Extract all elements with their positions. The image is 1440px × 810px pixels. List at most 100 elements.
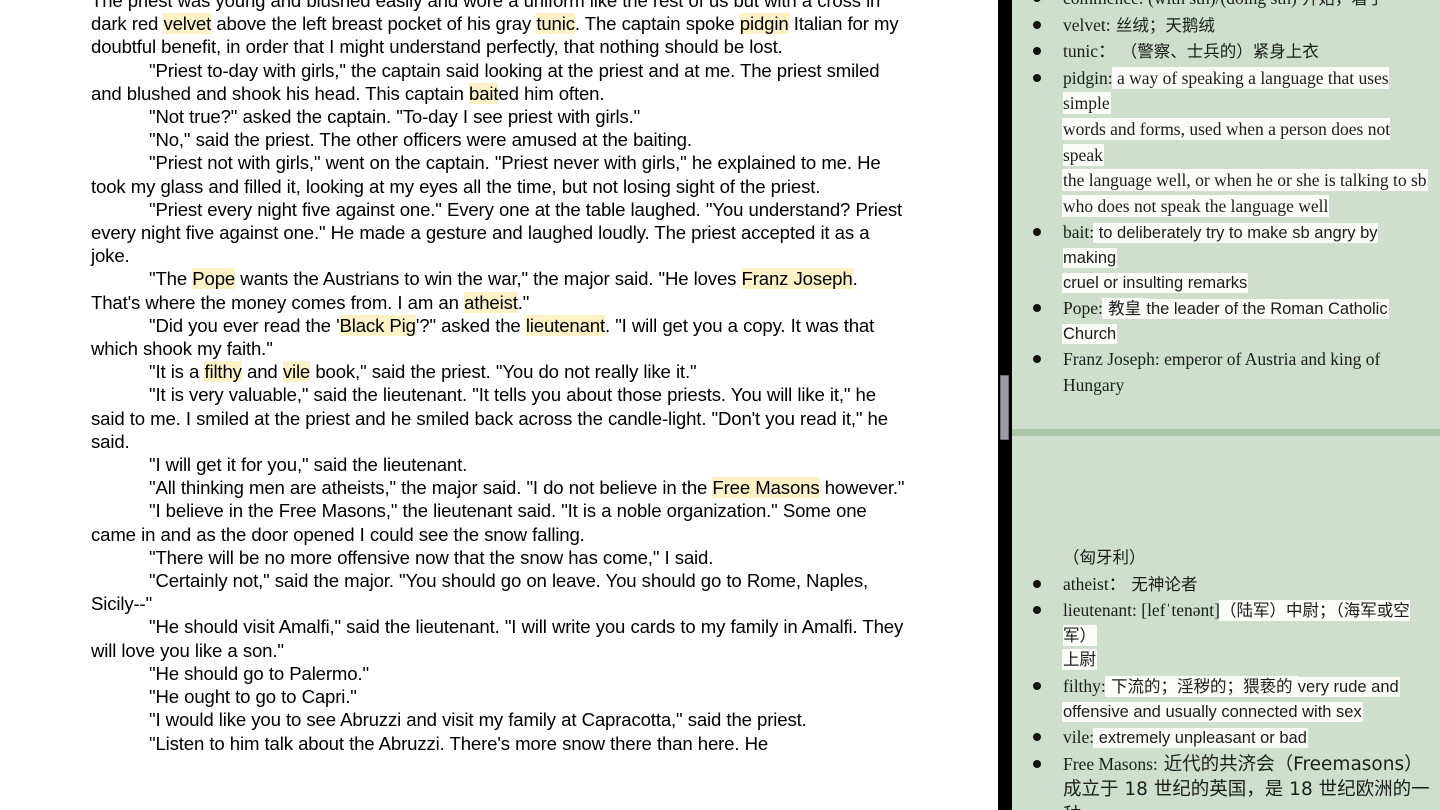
vocabulary-entry[interactable]: Pope: 教皇 the leader of the Roman Catholi… [1012,296,1430,346]
book-paragraph: "I believe in the Free Masons," the lieu… [91,499,905,545]
vocabulary-entry[interactable]: commence: (with sth)/(doing sth) 开始，着手 [1012,0,1430,12]
book-text-run: above the left breast pocket of his gray [211,13,537,35]
book-text-run: . The captain spoke [574,13,740,35]
highlighted-vocab-word[interactable]: velvet [163,13,211,35]
highlighted-vocab-word[interactable]: tunic [536,13,575,35]
vocabulary-entry-line: 上尉 [1063,648,1430,673]
vocabulary-entry-line: commence: (with sth)/(doing sth) 开始，着手 [1063,0,1430,12]
vocabulary-term: Free Masons: [1063,753,1158,774]
vocabulary-entry-line: Free Masons: 近代的共济会（Freemasons） [1063,752,1430,778]
vocabulary-entry[interactable]: Free Masons: 近代的共济会（Freemasons） 成立于 18 世纪… [1012,752,1430,810]
vocabulary-entry[interactable]: （匈牙利） [1012,546,1430,571]
book-text-run: "Certainly not," said the major. "You sh… [91,570,869,615]
bullet-icon [1033,73,1041,82]
vocabulary-list-lower: （匈牙利） atheist： 无神论者 lieutenant: [lefˈtenən… [1012,546,1440,810]
highlighted-vocab-word[interactable]: lieutenant [525,314,605,336]
book-text-run: and [241,361,283,383]
vocabulary-entry-line: 成立于 18 世纪的英国，是 18 世纪欧洲的一种 [1063,777,1430,810]
vocabulary-entry-line: Franz Joseph: emperor of Austria and kin… [1063,347,1430,398]
book-paragraph: "Priest every night five against one." E… [91,198,905,268]
highlighted-vocab-word[interactable]: atheist [464,291,518,313]
vocabulary-entry-line: words and forms, used when a person does… [1063,117,1430,168]
highlighted-definition: the leader of the Roman Catholic [1146,300,1388,319]
vocabulary-definition: 丝绒；天鹅绒 [1110,15,1215,35]
bullet-icon [1033,228,1041,237]
vocabulary-entry-line: filthy: 下流的；淫秽的；猥亵的 very rude and [1063,674,1430,700]
notes-section-upper: commence: (with sth)/(doing sth) 开始，着手ve… [1012,0,1440,400]
book-text-run: "No," said the priest. The other officer… [149,129,692,151]
vocabulary-entry[interactable]: atheist： 无神论者 [1012,572,1430,598]
highlighted-definition: offensive and usually connected with sex [1063,702,1362,721]
vocabulary-entry[interactable]: pidgin: a way of speaking a language tha… [1012,66,1430,220]
ebook-reader-window: The priest was young and blushed easily … [0,0,1440,810]
book-paragraph: "It is very valuable," said the lieutena… [91,383,905,453]
book-text-run: however." [819,477,905,499]
book-paragraph: "Did you ever read the 'Black Pig'?" ask… [91,314,905,360]
vocabulary-entry-line: （匈牙利） [1063,546,1430,571]
vocabulary-entry[interactable]: velvet: 丝绒；天鹅绒 [1012,13,1430,39]
vocabulary-entry[interactable]: vile: extremely unpleasant or bad [1012,725,1430,751]
book-paragraph: "He should visit Amalfi," said the lieut… [91,615,905,661]
vocabulary-definition: （警察、士兵的）紧身上衣 [1115,42,1319,62]
vocabulary-entry-line: atheist： 无神论者 [1063,572,1430,598]
highlighted-vocab-word[interactable]: pidgin [739,13,789,35]
bullet-icon [1033,304,1041,313]
vocabulary-entry-line: velvet: 丝绒；天鹅绒 [1063,13,1430,39]
vocabulary-entry-line: who does not speak the language well [1063,194,1430,220]
book-text-run: "Did you ever read the ' [149,314,340,336]
highlighted-definition: cruel or insulting remarks [1063,273,1248,292]
highlighted-definition: who does not speak the language well [1063,195,1329,216]
highlighted-vocab-word[interactable]: bait [469,82,499,104]
vocabulary-list-upper: commence: (with sth)/(doing sth) 开始，着手ve… [1012,0,1440,399]
highlighted-vocab-word[interactable]: Black Pig [339,314,416,336]
book-paragraph: "Priest not with girls," went on the cap… [91,151,905,197]
book-text-pane[interactable]: The priest was young and blushed easily … [0,0,998,810]
highlighted-vocab-word[interactable]: filthy [204,361,242,383]
vocabulary-definition: （匈牙利） [1063,548,1146,567]
vocabulary-definition: 近代的共济会（Freemasons） [1157,753,1423,775]
vocabulary-term: vile: [1063,727,1095,748]
book-text-run: ." [517,291,530,313]
vertical-scrollbar-thumb[interactable] [1000,375,1009,440]
highlighted-vocab-word[interactable]: Pope [192,268,235,290]
vocabulary-notes-pane[interactable]: commence: (with sth)/(doing sth) 开始，着手ve… [1012,0,1440,810]
highlighted-definition: extremely unpleasant or bad [1094,729,1307,748]
vocabulary-entry-line: lieutenant: [lefˈtenənt]（陆军）中尉；（海军或空军） [1063,598,1430,648]
vocabulary-entry-line: the language well, or when he or she is … [1063,168,1430,194]
bullet-icon [1033,606,1041,615]
vocabulary-entry-line: offensive and usually connected with sex [1063,700,1430,725]
vertical-scrollbar-track[interactable] [998,0,1012,810]
notes-section-lower: （匈牙利） atheist： 无神论者 lieutenant: [lefˈtenən… [1012,546,1440,810]
vocabulary-entry-line: vile: extremely unpleasant or bad [1063,725,1430,751]
book-paragraph: "Priest to-day with girls," the captain … [91,59,905,105]
book-text-run: "I believe in the Free Masons," the lieu… [91,500,867,545]
vocabulary-entry-line: Pope: 教皇 the leader of the Roman Catholi… [1063,296,1430,322]
highlighted-definition: very rude and [1297,677,1399,696]
vocabulary-definition: 开始，着手 [1297,0,1385,8]
book-text-run: book," said the priest. "You do not real… [310,361,697,383]
vocabulary-entry-line: pidgin: a way of speaking a language tha… [1063,66,1430,117]
highlighted-vocab-word[interactable]: Franz Joseph [741,268,853,290]
vocabulary-entry[interactable]: filthy: 下流的；淫秽的；猥亵的 very rude and offensi… [1012,674,1430,724]
vocabulary-term: tunic： [1063,41,1116,62]
book-text-run: "Priest not with girls," went on the cap… [91,152,881,197]
book-text-run: "I would like you to see Abruzzi and vis… [149,709,807,731]
book-text-run: '?" asked the [415,314,526,336]
highlighted-definition: to deliberately try to make sb angry by … [1063,224,1378,267]
book-text-run: "I will get it for you," said the lieute… [149,454,468,476]
vocabulary-term: Franz Joseph: emperor of Austria and kin… [1063,349,1381,395]
book-paragraph: "I will get it for you," said the lieute… [91,453,905,476]
vocabulary-entry[interactable]: bait: to deliberately try to make sb ang… [1012,220,1430,295]
vocabulary-entry-line: cruel or insulting remarks [1063,271,1430,296]
highlighted-vocab-word[interactable]: Free Masons [712,477,820,499]
highlighted-vocab-word[interactable]: vile [282,361,310,383]
vocabulary-entry[interactable]: lieutenant: [lefˈtenənt]（陆军）中尉；（海军或空军） 上尉 [1012,598,1430,673]
vocabulary-entry[interactable]: tunic： （警察、士兵的）紧身上衣 [1012,39,1430,65]
vocabulary-entry[interactable]: Franz Joseph: emperor of Austria and kin… [1012,347,1430,398]
book-text-run: "Priest every night five against one." E… [91,198,903,267]
bullet-icon [1033,733,1041,742]
book-text-run: "Not true?" asked the captain. "To-day I… [149,106,641,128]
vocabulary-entry-line: tunic： （警察、士兵的）紧身上衣 [1063,39,1430,65]
bullet-icon [1033,355,1041,364]
notes-section-divider [1012,429,1440,436]
